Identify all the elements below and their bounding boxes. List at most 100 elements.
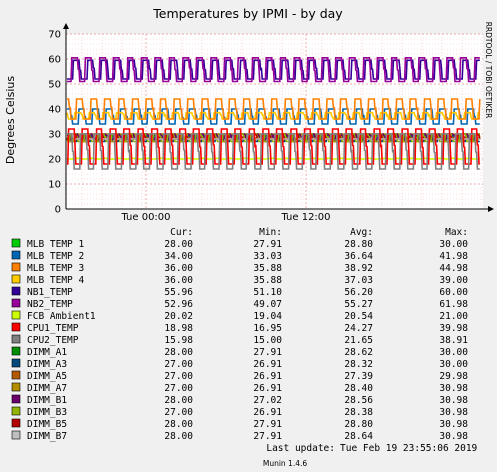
legend-value-cur: 27.00	[164, 371, 193, 382]
legend-value-min: 49.07	[253, 299, 282, 310]
y-tick-label: 50	[48, 80, 61, 91]
legend-value-cur: 27.00	[164, 407, 193, 418]
legend-swatch	[11, 346, 21, 356]
legend-label: DIMM_A7	[27, 383, 67, 394]
chart-svg: 0 10 20 30 40 50 60 70 Tue 00:00 Tue 12:00 Tempera…	[4, 6, 494, 468]
legend-value-avg: 28.38	[344, 407, 373, 418]
legend-value-cur: 34.00	[164, 251, 193, 262]
legend-value-max: 39.00	[439, 275, 468, 286]
legend-value-cur: 27.00	[164, 383, 193, 394]
legend-value-cur: 36.00	[164, 263, 193, 274]
legend-value-min: 27.91	[253, 419, 282, 430]
legend-label: DIMM_B5	[27, 419, 67, 430]
legend-value-avg: 20.54	[344, 311, 373, 322]
legend-value-min: 27.02	[253, 395, 282, 406]
legend-value-cur: 28.00	[164, 347, 193, 358]
legend-header-max: Max:	[445, 227, 468, 238]
legend-value-avg: 27.39	[344, 371, 373, 382]
legend-swatch	[11, 358, 21, 368]
legend-value-cur: 55.96	[164, 287, 193, 298]
munin-footer: Munin 1.4.6	[263, 459, 308, 468]
legend-swatch	[11, 406, 21, 416]
legend-value-avg: 55.27	[344, 299, 373, 310]
legend-value-avg: 36.64	[344, 251, 373, 262]
legend-swatch	[11, 418, 21, 428]
legend-value-max: 30.00	[439, 359, 468, 370]
legend-value-max: 29.98	[439, 371, 468, 382]
legend-value-cur: 28.00	[164, 395, 193, 406]
y-tick-label: 0	[55, 205, 61, 216]
legend-value-min: 33.03	[253, 251, 282, 262]
legend-label: CPU1_TEMP	[27, 323, 79, 334]
legend-value-avg: 28.80	[344, 239, 373, 250]
watermark: RRDTOOL / TOBI OETIKER	[484, 22, 493, 119]
legend-value-max: 21.00	[439, 311, 468, 322]
legend-value-min: 35.88	[253, 263, 282, 274]
legend-value-max: 30.00	[439, 239, 468, 250]
legend-value-min: 51.10	[253, 287, 282, 298]
y-tick-label: 60	[48, 55, 61, 66]
legend-swatch	[11, 322, 21, 332]
series-line	[67, 157, 480, 160]
legend-value-cur: 28.00	[164, 239, 193, 250]
legend-value-min: 26.91	[253, 359, 282, 370]
legend-value-max: 30.98	[439, 395, 468, 406]
legend-label: DIMM_A5	[27, 371, 67, 382]
legend-value-min: 26.91	[253, 407, 282, 418]
legend-value-avg: 56.20	[344, 287, 373, 298]
last-update-value: Tue Feb 19 23:55:06 2019	[340, 443, 478, 454]
legend-value-cur: 28.00	[164, 419, 193, 430]
legend-value-avg: 28.32	[344, 359, 373, 370]
x-tick-label: Tue 12:00	[280, 212, 330, 223]
legend-value-avg: 28.62	[344, 347, 373, 358]
legend-swatch	[11, 430, 21, 440]
legend-value-max: 38.91	[439, 335, 468, 346]
legend-swatch	[11, 262, 21, 272]
legend-swatch	[11, 370, 21, 380]
y-tick-label: 20	[48, 155, 61, 166]
x-axis-arrow	[488, 206, 494, 212]
x-tick-label: Tue 00:00	[120, 212, 170, 223]
legend-label: NB2_TEMP	[27, 299, 73, 310]
legend-value-max: 41.98	[439, 251, 468, 262]
legend-label: CPU2_TEMP	[27, 335, 79, 346]
legend-swatch	[11, 274, 21, 284]
legend-label: MLB TEMP 4	[27, 275, 84, 286]
legend-label: DIMM_A3	[27, 359, 67, 370]
legend-swatch	[11, 238, 21, 248]
legend-swatch	[11, 382, 21, 392]
legend-value-cur: 20.02	[164, 311, 193, 322]
munin-graph: 0 10 20 30 40 50 60 70 Tue 00:00 Tue 12:00 Tempera…	[0, 0, 497, 472]
legend-label: DIMM_B3	[27, 407, 67, 418]
legend-value-min: 27.91	[253, 347, 282, 358]
chart-title: Temperatures by IPMI - by day	[152, 6, 343, 21]
legend-value-min: 16.95	[253, 323, 282, 334]
legend-label: DIMM_A1	[27, 347, 67, 358]
legend-header-min: Min:	[259, 227, 282, 238]
legend-swatch	[11, 298, 21, 308]
legend-value-min: 27.91	[253, 239, 282, 250]
legend-swatch	[11, 394, 21, 404]
legend-value-min: 26.91	[253, 383, 282, 394]
y-tick-label: 40	[48, 105, 61, 116]
legend-label: DIMM_B1	[27, 395, 67, 406]
legend-label: NB1_TEMP	[27, 287, 73, 298]
last-update-label: Last update:	[266, 443, 335, 454]
legend-value-min: 26.91	[253, 371, 282, 382]
y-tick-label: 10	[48, 180, 61, 191]
legend-value-max: 60.00	[439, 287, 468, 298]
legend-value-cur: 52.96	[164, 299, 193, 310]
legend-value-avg: 28.64	[344, 431, 373, 442]
legend-value-min: 27.91	[253, 431, 282, 442]
legend-value-max: 30.98	[439, 383, 468, 394]
legend-value-cur: 36.00	[164, 275, 193, 286]
legend-value-max: 39.98	[439, 323, 468, 334]
legend-value-avg: 38.92	[344, 263, 373, 274]
legend-value-cur: 15.98	[164, 335, 193, 346]
legend-value-max: 44.98	[439, 263, 468, 274]
legend-value-avg: 28.80	[344, 419, 373, 430]
y-tick-label: 70	[48, 30, 61, 41]
legend-value-cur: 27.00	[164, 359, 193, 370]
legend-value-max: 30.98	[439, 419, 468, 430]
legend-swatch	[11, 286, 21, 296]
